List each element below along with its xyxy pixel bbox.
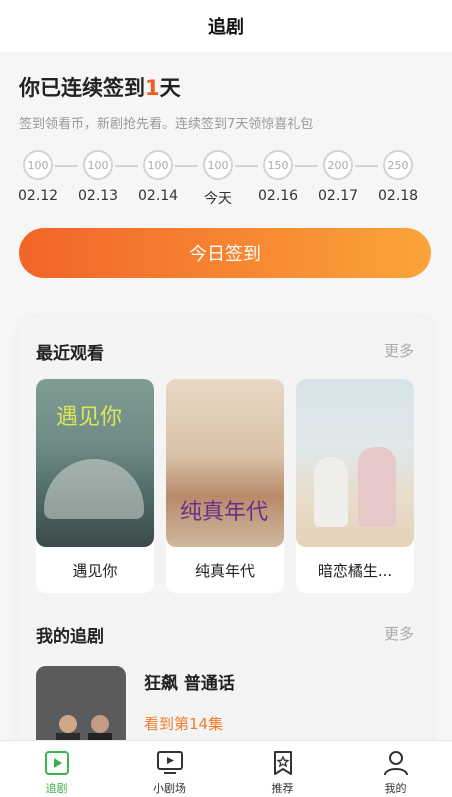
streak-suffix: 天 [159, 76, 181, 100]
tab-label: 我的 [384, 782, 407, 795]
tab-theater[interactable]: 小剧场 [113, 741, 226, 797]
day-date: 02.16 [258, 188, 299, 204]
watch-card: 最近观看 更多 遇见你 遇见你 纯真年代 纯真年代 暗恋橘生... 我的追剧 更… [18, 317, 432, 757]
recent-item-title: 遇见你 [72, 561, 118, 580]
recent-list: 遇见你 遇见你 纯真年代 纯真年代 暗恋橘生... [36, 379, 416, 593]
poster-image: 纯真年代 [166, 379, 284, 547]
tab-profile[interactable]: 我的 [339, 741, 452, 797]
tab-follow[interactable]: 追剧 [0, 741, 113, 797]
coin-reward-icon: 150 [263, 150, 293, 180]
checkin-day: 200 02.17 [318, 150, 358, 204]
poster-title-art: 纯真年代 [180, 500, 269, 525]
page-title: 追剧 [208, 17, 244, 38]
coin-reward-icon: 100 [83, 150, 113, 180]
checkin-streak-title: 你已连续签到1天 [19, 72, 181, 102]
day-date: 02.17 [318, 188, 359, 204]
day-connector [355, 165, 378, 167]
checkin-day: 100 今天 [198, 150, 238, 208]
play-square-icon [44, 751, 69, 775]
recent-item[interactable]: 遇见你 遇见你 [36, 379, 154, 593]
bookmark-star-icon [273, 751, 292, 775]
checkin-day-row: 100 02.12 100 02.13 100 02.14 100 今天 150… [18, 150, 438, 210]
checkin-day: 100 02.14 [138, 150, 178, 204]
my-shows-more-link[interactable]: 更多 [384, 623, 414, 644]
show-progress: 看到第14集 [144, 715, 224, 733]
bottom-tab-bar: 追剧 小剧场 推荐 我的 [0, 740, 452, 797]
poster-figure-shape [314, 457, 348, 527]
poster-image [296, 379, 414, 547]
streak-days: 1 [145, 76, 160, 100]
recent-item[interactable]: 纯真年代 纯真年代 [166, 379, 284, 593]
day-connector [175, 165, 198, 167]
day-date: 02.18 [378, 188, 419, 204]
coin-reward-icon: 200 [323, 150, 353, 180]
streak-prefix: 你已连续签到 [19, 76, 145, 100]
checkin-day: 250 02.18 [378, 150, 418, 204]
day-date: 今天 [204, 191, 232, 207]
show-title[interactable]: 狂飙 普通话 [144, 669, 235, 694]
day-date: 02.14 [138, 188, 179, 204]
day-connector [55, 165, 78, 167]
coin-reward-icon: 250 [383, 150, 413, 180]
top-bar: 追剧 [0, 0, 452, 52]
checkin-day: 100 02.13 [78, 150, 118, 204]
tab-recommend[interactable]: 推荐 [226, 741, 339, 797]
day-connector [295, 165, 318, 167]
checkin-subtitle: 签到领看币，新剧抢先看。连续签到7天领惊喜礼包 [19, 117, 314, 132]
tv-icon [156, 751, 183, 774]
poster-image: 遇见你 [36, 379, 154, 547]
coin-reward-icon: 100 [143, 150, 173, 180]
app-screen: 追剧 你已连续签到1天 签到领看币，新剧抢先看。连续签到7天领惊喜礼包 100 … [0, 0, 452, 797]
coin-reward-icon: 100 [23, 150, 53, 180]
tab-label: 推荐 [271, 782, 294, 795]
day-date: 02.13 [78, 188, 119, 204]
checkin-section: 你已连续签到1天 签到领看币，新剧抢先看。连续签到7天领惊喜礼包 100 02.… [0, 52, 452, 312]
recent-item-title: 暗恋橘生... [317, 561, 393, 580]
poster-title-art: 遇见你 [56, 405, 123, 430]
checkin-day: 100 02.12 [18, 150, 58, 204]
recent-section-title: 最近观看 [36, 344, 104, 364]
day-date: 02.12 [18, 188, 59, 204]
tab-label: 追剧 [45, 782, 68, 795]
tab-label: 小剧场 [153, 782, 186, 795]
checkin-today-button[interactable]: 今日签到 [19, 228, 431, 278]
day-connector [235, 165, 258, 167]
poster-umbrella-shape [44, 459, 144, 519]
recent-more-link[interactable]: 更多 [384, 340, 414, 361]
user-icon [383, 751, 408, 776]
poster-figure-shape [358, 447, 396, 527]
checkin-day: 150 02.16 [258, 150, 298, 204]
recent-item-title: 纯真年代 [194, 561, 255, 580]
recent-item[interactable]: 暗恋橘生... [296, 379, 414, 593]
coin-reward-icon: 100 [203, 150, 233, 180]
day-connector [115, 165, 138, 167]
my-shows-section-title: 我的追剧 [36, 627, 104, 647]
